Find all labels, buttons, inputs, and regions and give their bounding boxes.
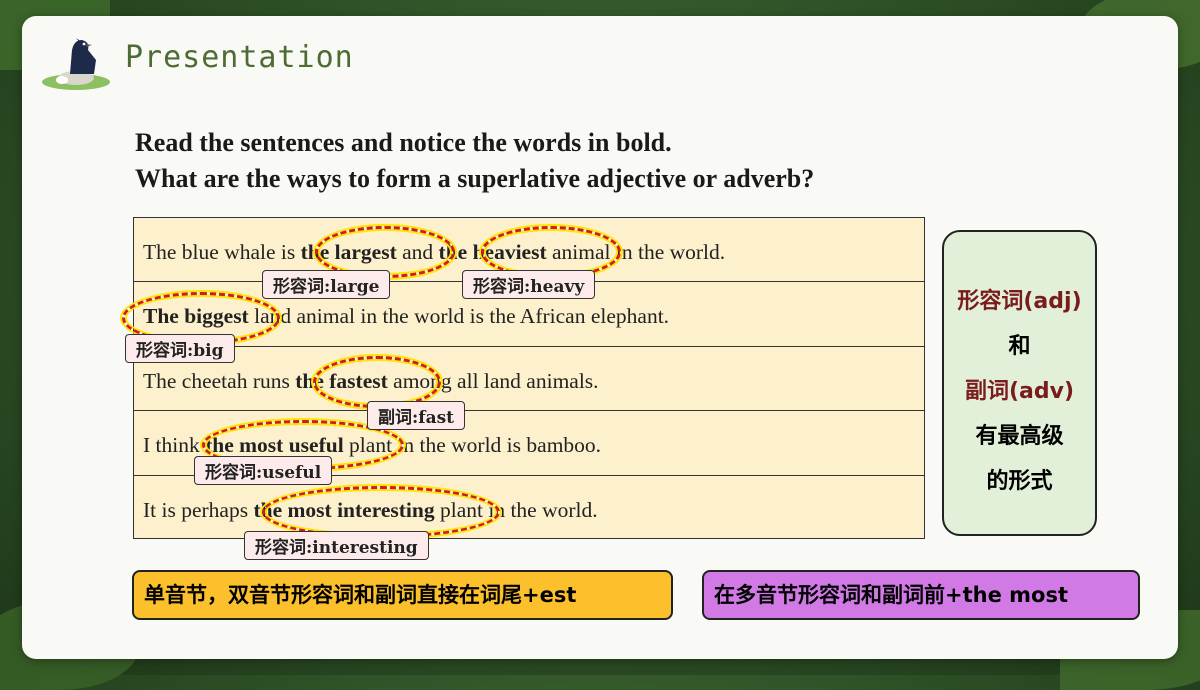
rule-the-most: 在多音节形容词和副词前+the most — [702, 570, 1140, 620]
table-row: The cheetah runs the fastest among all l… — [134, 347, 924, 412]
question-line-1: Read the sentences and notice the words … — [135, 128, 672, 157]
word-tag: 形容词:big — [125, 334, 235, 363]
summary-line: 的形式 — [986, 469, 1053, 494]
summary-box: 形容词(adj) 和 副词(adv) 有最高级 的形式 — [942, 230, 1097, 536]
word-tag: 形容词:useful — [194, 456, 333, 485]
crow-on-rock-icon — [42, 38, 110, 90]
rule-est: 单音节，双音节形容词和副词直接在词尾+est — [132, 570, 673, 620]
word-tag: 形容词:large — [262, 270, 391, 299]
summary-line: 副词(adv) — [964, 379, 1075, 404]
page-title: Presentation — [125, 40, 354, 75]
summary-line: 形容词(adj) — [957, 289, 1082, 314]
summary-line: 和 — [1008, 334, 1031, 359]
slide-card: Presentation Read the sentences and noti… — [22, 16, 1178, 659]
word-tag: 形容词:heavy — [462, 270, 596, 299]
summary-line: 有最高级 — [975, 424, 1064, 449]
word-tag: 形容词:interesting — [244, 531, 429, 560]
word-tag: 副词:fast — [367, 401, 466, 430]
question-line-2: What are the ways to form a superlative … — [135, 164, 815, 193]
